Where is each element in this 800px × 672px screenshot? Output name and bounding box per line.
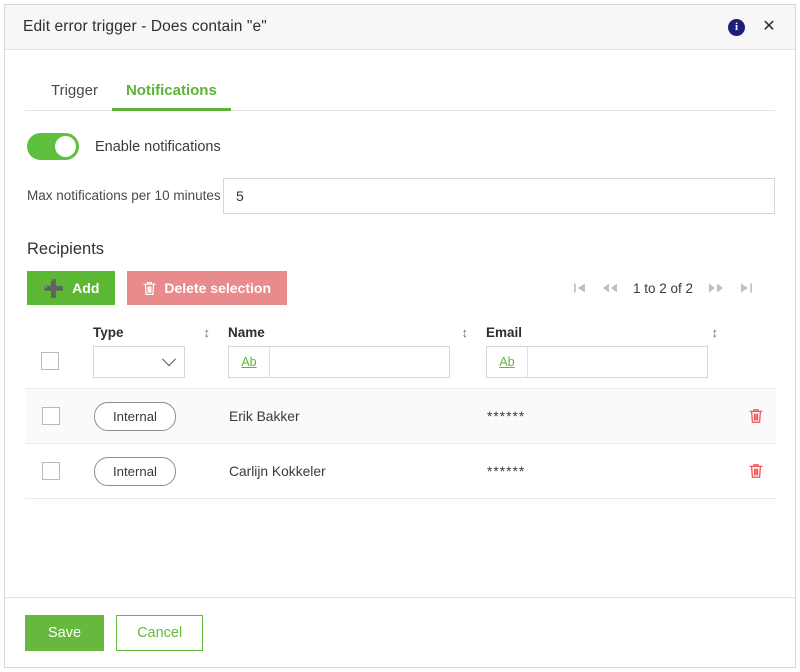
header-type-label: Type	[93, 325, 124, 340]
enable-notifications-row: Enable notifications	[25, 133, 775, 160]
filter-name-cell: Ab	[228, 346, 486, 389]
tab-bar: Trigger Notifications	[25, 76, 775, 111]
delete-row-icon[interactable]	[737, 463, 775, 479]
next-page-icon[interactable]	[701, 277, 731, 299]
close-icon[interactable]: ✕	[761, 19, 777, 35]
table-row[interactable]: Internal Carlijn Kokkeler ******	[25, 443, 776, 499]
sort-icon-name[interactable]: ↕	[462, 326, 469, 339]
row-checkbox-cell	[25, 388, 93, 444]
filter-email-input[interactable]	[528, 347, 707, 377]
row-email-cell: ******	[486, 443, 736, 499]
save-button[interactable]: Save	[25, 614, 105, 651]
header-select-all	[25, 325, 93, 346]
toggle-knob	[55, 136, 76, 157]
tab-trigger[interactable]: Trigger	[37, 76, 112, 111]
filter-select-all-cell	[25, 346, 93, 389]
row-actions-cell	[736, 443, 776, 499]
trash-icon	[143, 281, 156, 296]
max-notifications-label: Max notifications per 10 minutes	[27, 188, 221, 204]
delete-row-icon[interactable]	[737, 408, 775, 424]
table-header-row: Type ↕ Name ↕ Email ↕	[25, 325, 776, 346]
header-type: Type ↕	[93, 325, 228, 346]
type-badge: Internal	[94, 456, 176, 486]
row-checkbox-cell	[25, 443, 93, 499]
add-button-label: Add	[72, 280, 100, 296]
tab-notifications[interactable]: Notifications	[111, 76, 231, 111]
row-checkbox[interactable]	[42, 462, 60, 480]
filter-type-select[interactable]	[93, 346, 185, 378]
pagination: 1 to 2 of 2	[565, 277, 775, 299]
enable-notifications-toggle[interactable]	[27, 133, 79, 160]
header-name-label: Name	[228, 325, 265, 340]
cancel-button[interactable]: Cancel	[116, 614, 204, 651]
filter-email-mode-icon[interactable]: Ab	[487, 347, 528, 377]
sort-icon-email[interactable]: ↕	[712, 326, 719, 339]
first-page-icon[interactable]	[565, 277, 595, 299]
filter-actions-cell	[736, 346, 776, 389]
header-email-label: Email	[486, 325, 523, 340]
last-page-icon[interactable]	[731, 277, 761, 299]
sort-icon-type[interactable]: ↕	[204, 326, 211, 339]
titlebar-actions: i ✕	[728, 18, 777, 36]
filter-type-cell	[93, 346, 228, 389]
type-badge: Internal	[94, 401, 176, 431]
plus-icon: ➕	[43, 278, 65, 298]
recipients-heading: Recipients	[27, 240, 105, 258]
row-type-cell: Internal	[93, 388, 228, 444]
info-icon[interactable]: i	[728, 18, 745, 36]
header-name: Name ↕	[228, 325, 486, 346]
dialog-title: Edit error trigger - Does contain "e"	[23, 18, 267, 35]
table-head: Type ↕ Name ↕ Email ↕	[25, 325, 776, 346]
filter-email-cell: Ab	[486, 346, 736, 389]
select-all-checkbox[interactable]	[41, 352, 59, 370]
row-actions-cell	[736, 388, 776, 444]
dialog-footer: Save Cancel	[5, 597, 795, 667]
pagination-text: 1 to 2 of 2	[632, 280, 693, 296]
header-email: Email ↕	[486, 325, 736, 346]
table-row[interactable]: Internal Erik Bakker ******	[25, 388, 776, 444]
dialog-body: Trigger Notifications Enable notificatio…	[5, 50, 795, 597]
table-body: Ab Ab Internal Erik Bakker ****** Intern…	[25, 346, 776, 499]
table-filter-row: Ab Ab	[25, 346, 776, 389]
header-actions	[736, 325, 776, 346]
enable-notifications-label: Enable notifications	[95, 138, 221, 155]
row-type-cell: Internal	[93, 443, 228, 499]
recipients-toolbar: ➕ Add Delete selection 1 to 2 of 2	[25, 271, 775, 305]
add-recipient-button[interactable]: ➕ Add	[27, 271, 116, 305]
row-name-cell: Carlijn Kokkeler	[228, 443, 486, 499]
delete-selection-button[interactable]: Delete selection	[127, 271, 287, 305]
dialog-titlebar: Edit error trigger - Does contain "e" i …	[5, 5, 795, 50]
row-name-cell: Erik Bakker	[228, 388, 486, 444]
row-email-cell: ******	[486, 388, 736, 444]
filter-name-mode-icon[interactable]: Ab	[229, 347, 270, 377]
chevron-down-icon	[161, 352, 177, 367]
row-checkbox[interactable]	[42, 407, 60, 425]
recipients-table: Type ↕ Name ↕ Email ↕ Ab Ab Internal Eri…	[25, 325, 776, 499]
max-notifications-row: Max notifications per 10 minutes	[25, 178, 775, 214]
max-notifications-input[interactable]	[223, 178, 775, 214]
edit-error-trigger-dialog: Edit error trigger - Does contain "e" i …	[4, 4, 796, 668]
previous-page-icon[interactable]	[595, 277, 625, 299]
filter-name-input[interactable]	[270, 347, 449, 377]
delete-button-label: Delete selection	[164, 280, 271, 296]
